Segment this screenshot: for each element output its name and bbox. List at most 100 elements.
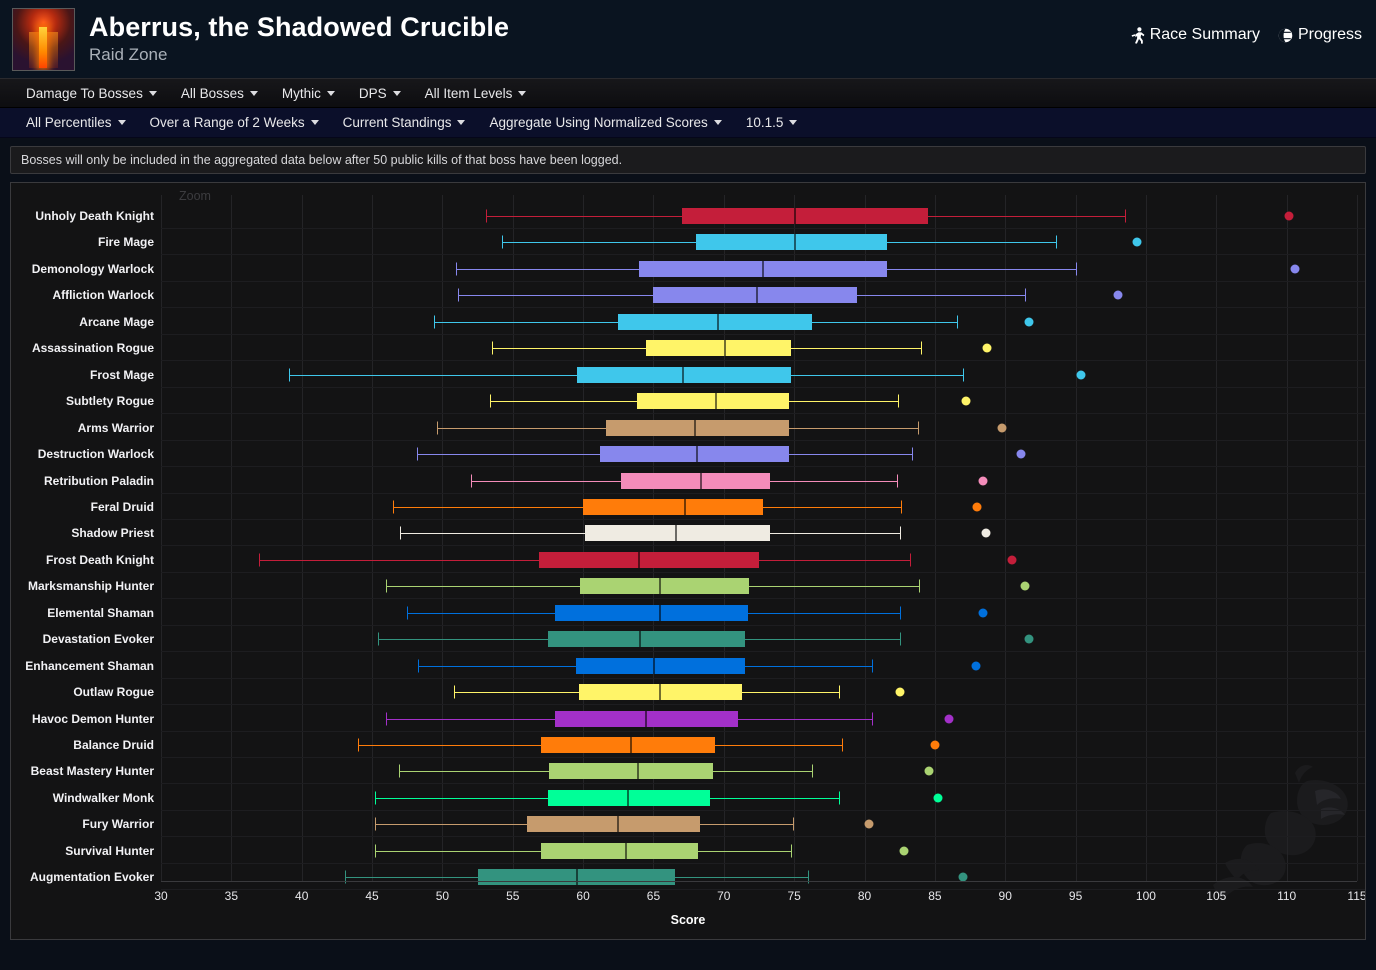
outlier-point[interactable]	[944, 714, 954, 724]
boxplot-row[interactable]: Unholy Death Knight	[11, 203, 1365, 229]
spec-label: Augmentation Evoker	[29, 870, 154, 885]
boxplot-row[interactable]: Arms Warrior	[11, 415, 1365, 441]
boxplot-row[interactable]: Demonology Warlock	[11, 256, 1365, 282]
filter-item-levels[interactable]: All Item Levels	[413, 83, 539, 104]
boxplot-row[interactable]: Fire Mage	[11, 229, 1365, 256]
outlier-point[interactable]	[1132, 237, 1142, 247]
outlier-point[interactable]	[1113, 290, 1123, 300]
filter-all-bosses[interactable]: All Bosses	[169, 83, 270, 104]
interquartile-box[interactable]	[605, 419, 789, 436]
interquartile-box[interactable]	[526, 816, 700, 833]
interquartile-box[interactable]	[540, 737, 716, 753]
filter-metric[interactable]: DPS	[347, 83, 413, 104]
title-block: Aberrus, the Shadowed Crucible Raid Zone	[89, 13, 509, 64]
boxplot-row[interactable]: Marksmanship Hunter	[11, 573, 1365, 600]
whisker-low-line	[418, 665, 577, 667]
whisker-low-cap	[486, 209, 488, 223]
outlier-point[interactable]	[978, 476, 988, 485]
outlier-point[interactable]	[1007, 555, 1017, 565]
filter-damage-to-bosses-label: Damage To Bosses	[26, 85, 143, 101]
outlier-point[interactable]	[997, 423, 1007, 433]
interquartile-box[interactable]	[681, 208, 928, 224]
outlier-point[interactable]	[930, 740, 940, 750]
boxplot-row[interactable]: Survival Hunter	[11, 838, 1365, 864]
median-line	[699, 472, 702, 489]
filter-aggregation[interactable]: Aggregate Using Normalized Scores	[477, 112, 733, 133]
interquartile-box[interactable]	[547, 631, 745, 648]
interquartile-box[interactable]	[549, 763, 713, 780]
interquartile-box[interactable]	[584, 525, 771, 542]
outlier-point[interactable]	[982, 343, 992, 353]
outlier-point[interactable]	[1290, 264, 1300, 274]
boxplot-row[interactable]: Affliction Warlock	[11, 282, 1365, 309]
filter-difficulty[interactable]: Mythic	[270, 83, 347, 104]
boxplot-row[interactable]: Beast Mastery Hunter	[11, 758, 1365, 785]
boxplot-row[interactable]: Balance Druid	[11, 732, 1365, 758]
interquartile-box[interactable]	[618, 313, 813, 330]
outlier-point[interactable]	[971, 661, 981, 671]
globe-icon	[1278, 28, 1293, 43]
boxplot-row[interactable]: Augmentation Evoker	[11, 864, 1365, 891]
outlier-point[interactable]	[895, 687, 905, 697]
whisker-high-line	[737, 718, 872, 720]
boxplot-row[interactable]: Havoc Demon Hunter	[11, 706, 1365, 732]
boxplot-row[interactable]: Enhancement Shaman	[11, 653, 1365, 679]
whisker-high-cap	[812, 764, 814, 778]
boxplot-row[interactable]: Elemental Shaman	[11, 600, 1365, 626]
interquartile-box[interactable]	[583, 498, 764, 515]
interquartile-box[interactable]	[540, 842, 699, 859]
interquartile-box[interactable]	[547, 789, 710, 806]
outlier-point[interactable]	[864, 819, 874, 829]
race-summary-link[interactable]: Race Summary	[1131, 26, 1260, 44]
interquartile-box[interactable]	[577, 366, 792, 383]
boxplot-row[interactable]: Frost Mage	[11, 362, 1365, 388]
whisker-low-line	[386, 586, 581, 588]
interquartile-box[interactable]	[695, 234, 888, 251]
outlier-point[interactable]	[1024, 317, 1034, 327]
outlier-point[interactable]	[924, 766, 934, 776]
interquartile-box[interactable]	[539, 551, 759, 568]
boxplot-row[interactable]: Retribution Paladin	[11, 468, 1365, 494]
filter-standings[interactable]: Current Standings	[331, 112, 478, 133]
boxplot-row[interactable]: Destruction Warlock	[11, 441, 1365, 468]
outlier-point[interactable]	[972, 502, 982, 512]
interquartile-box[interactable]	[576, 657, 745, 674]
interquartile-box[interactable]	[621, 472, 771, 489]
outlier-point[interactable]	[1076, 370, 1086, 380]
whisker-low-line	[259, 559, 540, 561]
boxplot-row[interactable]: Frost Death Knight	[11, 547, 1365, 573]
outlier-point[interactable]	[978, 608, 988, 618]
filter-patch-version[interactable]: 10.1.5	[734, 112, 810, 133]
outlier-point[interactable]	[1020, 581, 1030, 591]
filter-percentiles[interactable]: All Percentiles	[14, 112, 138, 133]
interquartile-box[interactable]	[636, 393, 789, 410]
boxplot-row[interactable]: Feral Druid	[11, 494, 1365, 520]
boxplot-row[interactable]: Subtlety Rogue	[11, 388, 1365, 415]
outlier-point[interactable]	[961, 396, 971, 406]
outlier-point[interactable]	[1284, 211, 1294, 221]
filter-damage-to-bosses[interactable]: Damage To Bosses	[14, 83, 169, 104]
boxplot-row[interactable]: Outlaw Rogue	[11, 679, 1365, 706]
boxplot-row[interactable]: Fury Warrior	[11, 811, 1365, 838]
boxplot-row[interactable]: Assassination Rogue	[11, 335, 1365, 362]
whisker-low-line	[386, 718, 555, 720]
outlier-point[interactable]	[1016, 449, 1026, 459]
outlier-point[interactable]	[933, 793, 943, 803]
outlier-point[interactable]	[899, 846, 909, 856]
filter-date-range[interactable]: Over a Range of 2 Weeks	[138, 112, 331, 133]
interquartile-box[interactable]	[600, 446, 789, 463]
boxplot-row[interactable]: Arcane Mage	[11, 309, 1365, 335]
interquartile-box[interactable]	[554, 604, 748, 621]
progress-link[interactable]: Progress	[1278, 26, 1362, 44]
spec-label: Retribution Paladin	[43, 473, 154, 488]
outlier-point[interactable]	[1024, 634, 1034, 644]
boxplot-row[interactable]: Devastation Evoker	[11, 626, 1365, 653]
spec-label: Beast Mastery Hunter	[30, 764, 154, 779]
interquartile-box[interactable]	[580, 578, 750, 595]
boxplot-row[interactable]: Windwalker Monk	[11, 785, 1365, 811]
interquartile-box[interactable]	[646, 340, 792, 357]
boxplot-row[interactable]: Shadow Priest	[11, 520, 1365, 547]
whisker-high-line	[698, 850, 792, 852]
whisker-low-line	[407, 612, 555, 614]
outlier-point[interactable]	[981, 528, 991, 538]
